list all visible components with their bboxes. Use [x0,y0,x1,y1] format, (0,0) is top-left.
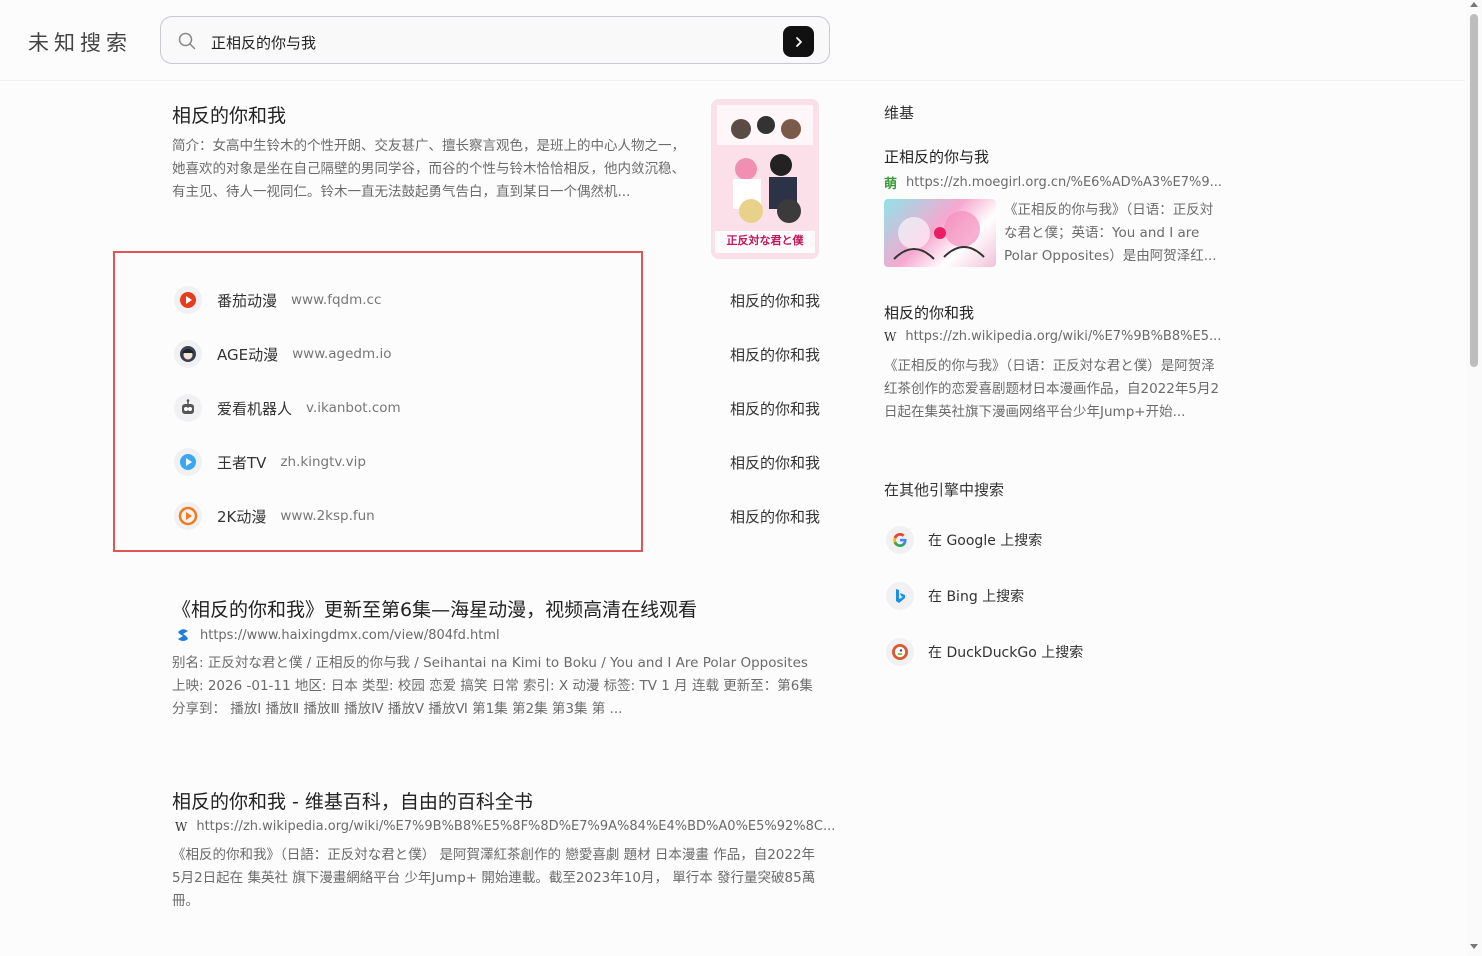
header-divider [0,80,1465,81]
result-url-text: https://www.haixingdmx.com/view/804fd.ht… [200,627,500,643]
result-title[interactable]: 相反的你和我 - 维基百科，自由的百科全书 [172,787,533,814]
page-scrollbar[interactable] [1466,0,1482,956]
wiki-entry-url-text: https://zh.moegirl.org.cn/%E6%AD%A3%E7%9… [906,175,1223,190]
poster-title-text: 正反対な君と僕 [726,234,804,247]
wiki-entry-thumbnail[interactable] [884,199,996,267]
wikipedia-favicon-icon: W [175,819,188,834]
site-name: 番茄动漫 [217,291,278,310]
site-domain: v.ikanbot.com [306,400,401,416]
scroll-down-arrow-icon[interactable] [1470,944,1478,949]
google-icon [886,526,914,554]
search-box [160,16,830,64]
search-submit-button[interactable] [783,26,814,57]
site-link-2ksp[interactable]: 相反的你和我 [690,506,820,527]
search-input[interactable] [209,27,773,57]
site-domain: www.fqdm.cc [291,292,382,308]
wiki-entry-text: 《正相反的你与我》（日语：正反対な君と僕）是阿贺泽红茶创作的恋爱喜剧题材日本漫画… [884,358,1220,420]
search-duckduckgo-button[interactable]: 在 DuckDuckGo 上搜索 [886,638,1083,666]
wikipedia-favicon-icon: W [884,329,897,344]
wiki-entry-url-text: https://zh.wikipedia.org/wiki/%E7%9B%B8%… [905,329,1222,344]
search-bing-button[interactable]: 在 Bing 上搜索 [886,582,1024,610]
scroll-up-arrow-icon[interactable] [1470,2,1478,7]
brand-logo[interactable]: 未知搜索 [28,27,132,57]
tomato-icon [174,286,202,314]
anime-card-summary: 简介：女高中生铃木的个性开朗、交友甚广、擅长察言观色，是班上的中心人物之一，她喜… [172,138,685,200]
site-link-ikanbot[interactable]: 相反的你和我 [690,398,820,419]
site-name: AGE动漫 [217,345,279,364]
chevron-right-icon [795,36,802,47]
2k-icon [174,502,202,530]
robot-icon [174,394,202,422]
wiki-entry-url[interactable]: W https://zh.wikipedia.org/wiki/%E7%9B%B… [884,329,1221,344]
result-snippet: 《相反的你和我》（日語：正反対な君と僕） 是阿賀澤紅茶創作的 戀愛喜劇 題材 日… [172,847,816,909]
bing-icon [886,582,914,610]
other-engines-heading: 在其他引擎中搜索 [884,481,1005,499]
thumbnail-art-icon [893,211,985,260]
search-icon [177,31,197,51]
engine-label: 在 Bing 上搜索 [928,589,1025,605]
site-row-ikanbot[interactable]: 爱看机器人 v.ikanbot.com [174,393,401,423]
anime-poster-image[interactable]: 正反対な君と僕 [711,99,819,259]
wiki-panel-heading: 维基 [884,104,915,122]
site-name: 爱看机器人 [217,399,293,418]
wiki-entry-text: 《正相反的你与我》（日语：正反対な君と僕；英语：You and I are Po… [1004,202,1217,264]
play-icon [174,448,202,476]
site-name: 王者TV [217,453,267,472]
site-domain: www.2ksp.fun [280,508,375,524]
wiki-entry-url[interactable]: 萌 https://zh.moegirl.org.cn/%E6%AD%A3%E7… [884,173,1222,192]
anime-card-title[interactable]: 相反的你和我 [172,101,286,128]
result-url-text: https://zh.wikipedia.org/wiki/%E7%9B%B8%… [196,819,836,834]
result-snippet: 别名: 正反対な君と僕 / 正相反的你与我 / Seihantai na Kim… [172,655,813,717]
wiki-entry-title[interactable]: 正相反的你与我 [884,146,989,167]
site-domain: zh.kingtv.vip [280,454,366,470]
moegirl-favicon-icon: 萌 [884,177,898,192]
wiki-entry-title[interactable]: 相反的你和我 [884,302,974,323]
site-link-fqdm[interactable]: 相反的你和我 [690,290,820,311]
site-row-kingtv[interactable]: 王者TV zh.kingtv.vip [174,447,366,477]
scrollbar-thumb[interactable] [1470,14,1478,367]
site-row-agedm[interactable]: AGE动漫 www.agedm.io [174,339,391,369]
site-link-agedm[interactable]: 相反的你和我 [690,344,820,365]
engine-label: 在 Google 上搜索 [928,533,1043,549]
age-avatar-icon [174,340,202,368]
result-url[interactable]: https://www.haixingdmx.com/view/804fd.ht… [175,627,500,643]
site-row-fqdm[interactable]: 番茄动漫 www.fqdm.cc [174,285,381,315]
site-name: 2K动漫 [217,507,267,526]
search-google-button[interactable]: 在 Google 上搜索 [886,526,1042,554]
engine-label: 在 DuckDuckGo 上搜索 [928,645,1084,661]
site-domain: www.agedm.io [292,346,392,362]
duckduckgo-icon [886,638,914,666]
haixing-favicon-icon [178,629,188,641]
site-row-2ksp[interactable]: 2K动漫 www.2ksp.fun [174,501,375,531]
result-url[interactable]: W https://zh.wikipedia.org/wiki/%E7%9B%B… [175,819,835,834]
result-title[interactable]: 《相反的你和我》更新至第6集—海星动漫，视频高清在线观看 [172,595,697,622]
site-link-kingtv[interactable]: 相反的你和我 [690,452,820,473]
